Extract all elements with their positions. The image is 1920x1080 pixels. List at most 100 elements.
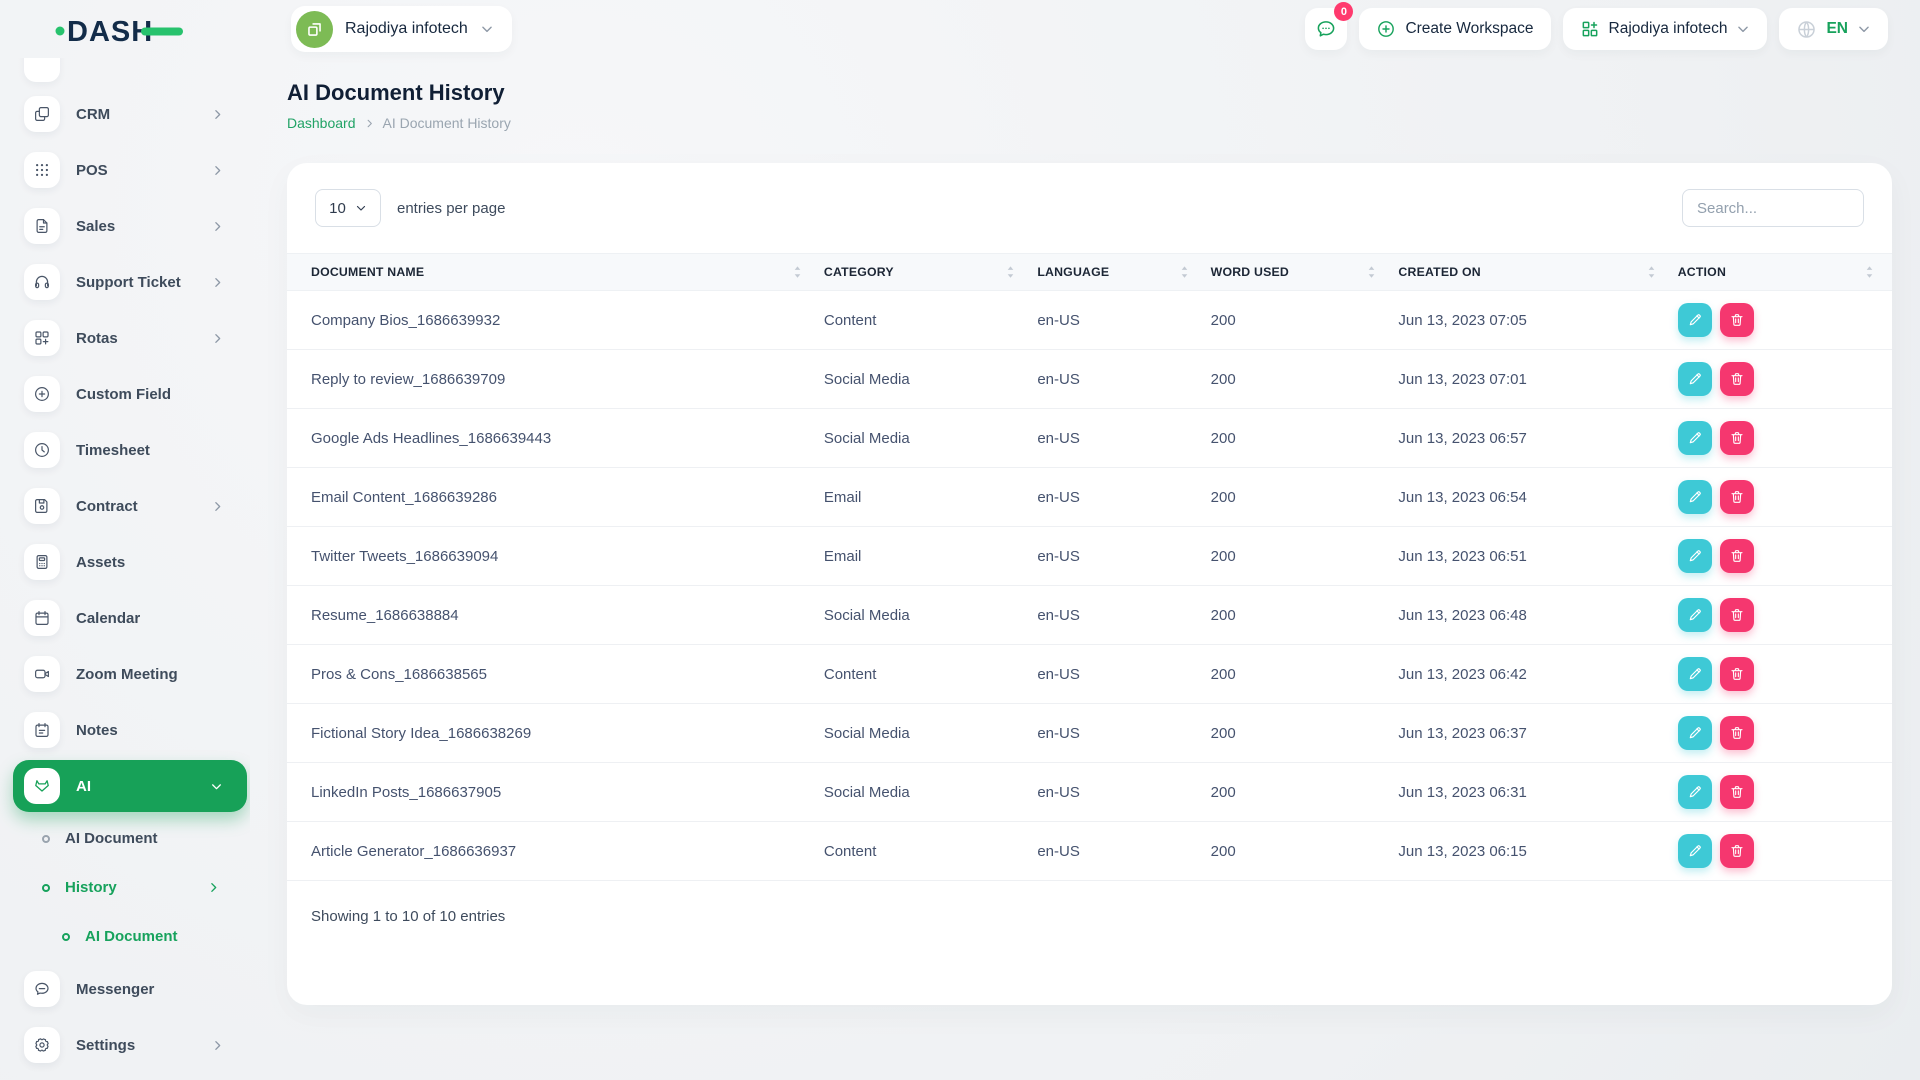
sidebar-item-calendar[interactable]: Calendar <box>0 590 250 646</box>
cell-word-used: 200 <box>1206 526 1395 586</box>
sidebar-item-rotas[interactable]: Rotas <box>0 310 250 366</box>
notification-badge: 0 <box>1334 2 1354 21</box>
page-size-select[interactable]: 10 <box>315 189 381 227</box>
sidebar-subitem-ai-document[interactable]: AI Document <box>0 814 250 863</box>
table-row: Company Bios_1686639932 Content en-US 20… <box>287 290 1892 350</box>
documents-table: DOCUMENT NAME CATEGORY LANGUAGE WORD USE… <box>287 253 1892 881</box>
cell-document-name: Company Bios_1686639932 <box>287 290 820 350</box>
trash-icon <box>1729 784 1745 800</box>
zoom-meeting-icon <box>24 656 60 692</box>
sidebar-item-pos[interactable]: POS <box>0 142 250 198</box>
create-workspace-button[interactable]: Create Workspace <box>1359 8 1551 50</box>
workspace-switcher[interactable]: Rajodiya infotech <box>291 6 512 52</box>
cell-actions <box>1673 703 1892 763</box>
pencil-icon <box>1687 430 1703 446</box>
sidebar-item-contract[interactable]: Contract <box>0 478 250 534</box>
edit-button[interactable] <box>1677 657 1712 691</box>
sidebar-item-sales[interactable]: Sales <box>0 198 250 254</box>
cell-category: Social Media <box>819 349 1034 409</box>
edit-button[interactable] <box>1677 480 1712 514</box>
edit-button[interactable] <box>1677 716 1712 750</box>
scrolled-item-partial <box>24 58 60 82</box>
timesheet-icon <box>24 432 60 468</box>
sidebar-item-timesheet[interactable]: Timesheet <box>0 422 250 478</box>
column-header-language[interactable]: LANGUAGE <box>1033 253 1207 291</box>
sidebar-item-custom-field[interactable]: Custom Field <box>0 366 250 422</box>
sidebar-item-assets[interactable]: Assets <box>0 534 250 590</box>
cell-language: en-US <box>1033 821 1207 881</box>
column-header-word-used[interactable]: WORD USED <box>1206 253 1395 291</box>
chevron-down-icon <box>210 780 223 793</box>
cell-document-name: Reply to review_1686639709 <box>287 349 820 409</box>
column-header-document-name[interactable]: DOCUMENT NAME <box>287 253 820 291</box>
edit-button[interactable] <box>1677 775 1712 809</box>
sidebar-item-support-ticket[interactable]: Support Ticket <box>0 254 250 310</box>
sales-icon <box>24 208 60 244</box>
sidebar-item-settings[interactable]: Settings <box>0 1017 250 1073</box>
cell-word-used: 200 <box>1206 467 1395 527</box>
main-content: AI Document History Dashboard AI Documen… <box>287 58 1892 1005</box>
delete-button[interactable] <box>1719 421 1754 455</box>
cell-created-on: Jun 13, 2023 06:48 <box>1394 585 1674 645</box>
trash-icon <box>1729 607 1745 623</box>
assets-icon <box>24 544 60 580</box>
messages-button[interactable]: 0 <box>1305 2 1354 50</box>
breadcrumb: Dashboard AI Document History <box>287 115 1892 131</box>
table-header-row: DOCUMENT NAME CATEGORY LANGUAGE WORD USE… <box>287 253 1892 291</box>
cell-category: Email <box>819 526 1034 586</box>
table-row: LinkedIn Posts_1686637905 Social Media e… <box>287 762 1892 822</box>
delete-button[interactable] <box>1719 362 1754 396</box>
sidebar-subitem-history-ai-document[interactable]: AI Document <box>0 912 250 961</box>
column-header-created-on[interactable]: CREATED ON <box>1394 253 1674 291</box>
cell-created-on: Jun 13, 2023 06:57 <box>1394 408 1674 468</box>
delete-button[interactable] <box>1719 775 1754 809</box>
account-menu-button[interactable]: Rajodiya infotech <box>1562 8 1768 50</box>
chevron-right-icon <box>211 1039 224 1052</box>
delete-button[interactable] <box>1719 480 1754 514</box>
cell-word-used: 200 <box>1206 408 1395 468</box>
sidebar-item-messenger[interactable]: Messenger <box>0 961 250 1017</box>
delete-button[interactable] <box>1719 598 1754 632</box>
edit-button[interactable] <box>1677 303 1712 337</box>
column-header-action[interactable]: ACTION <box>1673 253 1892 291</box>
delete-button[interactable] <box>1719 834 1754 868</box>
edit-button[interactable] <box>1677 834 1712 868</box>
cell-actions <box>1673 349 1892 409</box>
breadcrumb-link-dashboard[interactable]: Dashboard <box>287 115 356 131</box>
language-label: EN <box>1826 20 1848 37</box>
delete-button[interactable] <box>1719 657 1754 691</box>
delete-button[interactable] <box>1719 303 1754 337</box>
edit-button[interactable] <box>1677 362 1712 396</box>
edit-button[interactable] <box>1677 598 1712 632</box>
table-row: Pros & Cons_1686638565 Content en-US 200… <box>287 644 1892 704</box>
pencil-icon <box>1687 843 1703 859</box>
delete-button[interactable] <box>1719 716 1754 750</box>
ai-icon <box>24 768 60 804</box>
column-header-category[interactable]: CATEGORY <box>819 253 1034 291</box>
sort-icon <box>1367 265 1376 279</box>
cell-created-on: Jun 13, 2023 07:01 <box>1394 349 1674 409</box>
trash-icon <box>1729 430 1745 446</box>
cell-document-name: Twitter Tweets_1686639094 <box>287 526 820 586</box>
cell-document-name: Pros & Cons_1686638565 <box>287 644 820 704</box>
cell-created-on: Jun 13, 2023 06:37 <box>1394 703 1674 763</box>
search-input[interactable] <box>1682 189 1864 227</box>
sidebar-item-ai[interactable]: AI <box>13 760 247 812</box>
sidebar-item-notes[interactable]: Notes <box>0 702 250 758</box>
sidebar-item-zoom-meeting[interactable]: Zoom Meeting <box>0 646 250 702</box>
sidebar: CRM POS Sales Support Ticket Rotas Custo… <box>0 58 250 1080</box>
delete-button[interactable] <box>1719 539 1754 573</box>
sidebar-subitem-history[interactable]: History <box>0 863 250 912</box>
chevron-down-icon <box>1736 22 1750 36</box>
chevron-right-icon <box>211 108 224 121</box>
edit-button[interactable] <box>1677 421 1712 455</box>
trash-icon <box>1729 312 1745 328</box>
sidebar-item-crm[interactable]: CRM <box>0 86 250 142</box>
cell-actions <box>1673 644 1892 704</box>
logo-dot-icon <box>55 26 65 36</box>
cell-language: en-US <box>1033 467 1207 527</box>
language-button[interactable]: EN <box>1779 8 1888 50</box>
dash-logo[interactable]: DASH <box>55 10 185 50</box>
trash-icon <box>1729 843 1745 859</box>
edit-button[interactable] <box>1677 539 1712 573</box>
